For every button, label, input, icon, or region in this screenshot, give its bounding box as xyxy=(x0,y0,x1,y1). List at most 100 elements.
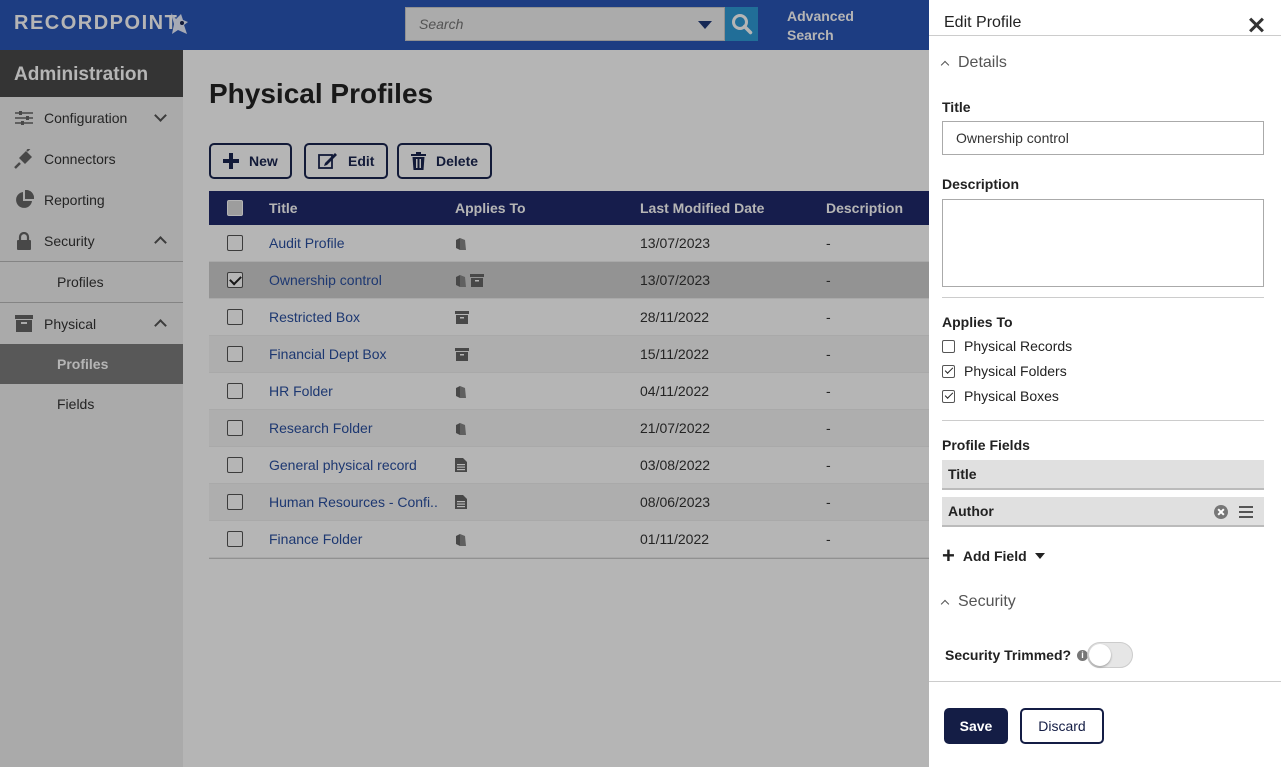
sidebar-item-reporting[interactable]: Reporting xyxy=(0,179,183,220)
new-button[interactable]: New xyxy=(209,143,292,179)
row-description: - xyxy=(826,309,831,325)
edit-button[interactable]: Edit xyxy=(304,143,389,179)
physical-folders-checkbox[interactable] xyxy=(942,364,955,378)
physical-records-checkbox[interactable] xyxy=(942,339,955,353)
row-modified-date: 08/06/2023 xyxy=(640,494,711,510)
panel-title: Edit Profile xyxy=(944,14,1022,31)
title-field[interactable] xyxy=(942,121,1264,155)
recordpoint-logo[interactable]: RECORDPOINT xyxy=(14,12,178,35)
sidebar-subitem-physical-fields[interactable]: Fields xyxy=(0,384,183,424)
select-all-checkbox[interactable] xyxy=(227,200,243,216)
security-trimmed-toggle[interactable] xyxy=(1087,642,1133,668)
applies-physical-boxes[interactable]: Physical Boxes xyxy=(942,388,1059,404)
row-applies-to xyxy=(455,373,470,409)
row-checkbox[interactable] xyxy=(227,272,243,288)
row-title-link[interactable]: Finance Folder xyxy=(269,521,439,557)
profiles-table: Title Applies To Last Modified Date Desc… xyxy=(209,191,929,559)
folder-icon xyxy=(455,421,467,435)
delete-button[interactable]: Delete xyxy=(397,143,493,179)
row-modified-date: 04/11/2022 xyxy=(640,383,710,399)
table-row[interactable]: Human Resources - Confi... 08/06/2023 - xyxy=(209,484,929,521)
select-all-cell xyxy=(227,191,243,225)
discard-button[interactable]: Discard xyxy=(1020,708,1104,744)
search-dropdown-chevron-icon[interactable] xyxy=(698,21,712,29)
row-title-link[interactable]: Restricted Box xyxy=(269,299,439,335)
row-checkbox[interactable] xyxy=(227,531,243,547)
row-applies-to xyxy=(455,225,470,261)
plus-icon xyxy=(223,153,239,169)
chevron-up-icon xyxy=(940,60,950,70)
admin-sidebar: Administration Configuration Connectors … xyxy=(0,50,183,767)
save-button[interactable]: Save xyxy=(944,708,1008,744)
close-icon[interactable] xyxy=(1247,16,1265,34)
row-checkbox[interactable] xyxy=(227,309,243,325)
document-icon xyxy=(455,495,467,509)
sidebar-item-label: Connectors xyxy=(44,150,116,167)
table-row[interactable]: Ownership control 13/07/2023 - xyxy=(209,262,929,299)
row-checkbox[interactable] xyxy=(227,420,243,436)
table-row[interactable]: Financial Dept Box 15/11/2022 - xyxy=(209,336,929,373)
row-checkbox[interactable] xyxy=(227,235,243,251)
row-description: - xyxy=(826,494,831,510)
row-checkbox-cell xyxy=(227,521,243,557)
sidebar-item-security[interactable]: Security xyxy=(0,220,183,261)
row-title-link[interactable]: Ownership control xyxy=(269,262,439,298)
column-header-applies-to[interactable]: Applies To xyxy=(455,191,526,225)
table-row[interactable]: Research Folder 21/07/2022 - xyxy=(209,410,929,447)
row-checkbox-cell xyxy=(227,336,243,372)
sidebar-item-label: Reporting xyxy=(44,191,105,208)
search-button[interactable] xyxy=(725,7,758,41)
column-header-description[interactable]: Description xyxy=(826,191,903,225)
row-title-link[interactable]: Financial Dept Box xyxy=(269,336,439,372)
search-box xyxy=(405,7,725,41)
pie-chart-icon xyxy=(14,189,34,210)
profile-field-title: Title xyxy=(942,460,1264,490)
row-checkbox[interactable] xyxy=(227,383,243,399)
row-title-link[interactable]: General physical record xyxy=(269,447,439,483)
applies-physical-records[interactable]: Physical Records xyxy=(942,338,1072,354)
table-body: Audit Profile 13/07/2023- Ownership contro… xyxy=(209,225,929,558)
column-header-last-modified[interactable]: Last Modified Date xyxy=(640,191,764,225)
remove-field-icon[interactable] xyxy=(1214,505,1228,519)
table-row[interactable]: Finance Folder 01/11/2022 - xyxy=(209,521,929,558)
table-row[interactable]: HR Folder 04/11/2022 - xyxy=(209,373,929,410)
folder-icon xyxy=(455,532,467,546)
add-field-label: Add Field xyxy=(962,548,1027,564)
row-title-link[interactable]: Audit Profile xyxy=(269,225,439,261)
sidebar-subitem-security-profiles[interactable]: Profiles xyxy=(0,262,183,302)
column-header-title[interactable]: Title xyxy=(269,191,439,225)
sidebar-subitem-physical-profiles[interactable]: Profiles xyxy=(0,344,183,384)
row-checkbox[interactable] xyxy=(227,457,243,473)
applies-physical-folders[interactable]: Physical Folders xyxy=(942,363,1067,379)
folder-icon xyxy=(455,273,467,287)
document-icon xyxy=(455,458,467,472)
chevron-up-icon xyxy=(940,599,950,609)
row-title-link[interactable]: Research Folder xyxy=(269,410,439,446)
sidebar-item-configuration[interactable]: Configuration xyxy=(0,97,183,138)
description-field[interactable] xyxy=(942,199,1264,287)
sidebar-item-physical[interactable]: Physical xyxy=(0,303,183,344)
plug-icon xyxy=(14,148,34,169)
row-checkbox-cell xyxy=(227,447,243,483)
row-title-link[interactable]: Human Resources - Confi... xyxy=(269,484,439,520)
sidebar-item-connectors[interactable]: Connectors xyxy=(0,138,183,179)
row-checkbox[interactable] xyxy=(227,494,243,510)
security-section-toggle[interactable]: Security xyxy=(939,593,1016,611)
physical-boxes-checkbox[interactable] xyxy=(942,389,955,403)
search-icon xyxy=(731,14,752,35)
page-title: Physical Profiles xyxy=(209,78,434,109)
table-row[interactable]: General physical record 03/08/2022 - xyxy=(209,447,929,484)
table-bottom-border xyxy=(209,558,929,559)
profile-field-author[interactable]: Author xyxy=(942,497,1264,527)
advanced-search-link[interactable]: Advanced Search xyxy=(787,7,867,45)
add-field-button[interactable]: + Add Field xyxy=(942,545,1045,567)
table-row[interactable]: Audit Profile 13/07/2023 - xyxy=(209,225,929,262)
details-section-toggle[interactable]: Details xyxy=(939,54,1007,72)
table-row[interactable]: Restricted Box 28/11/2022 - xyxy=(209,299,929,336)
row-title-link[interactable]: HR Folder xyxy=(269,373,439,409)
search-input[interactable] xyxy=(406,8,686,40)
edit-profile-panel: Edit Profile Details Title Description A… xyxy=(929,0,1281,767)
row-checkbox[interactable] xyxy=(227,346,243,362)
drag-handle-icon[interactable] xyxy=(1239,506,1253,518)
sidebar-item-label: Physical xyxy=(44,315,97,332)
